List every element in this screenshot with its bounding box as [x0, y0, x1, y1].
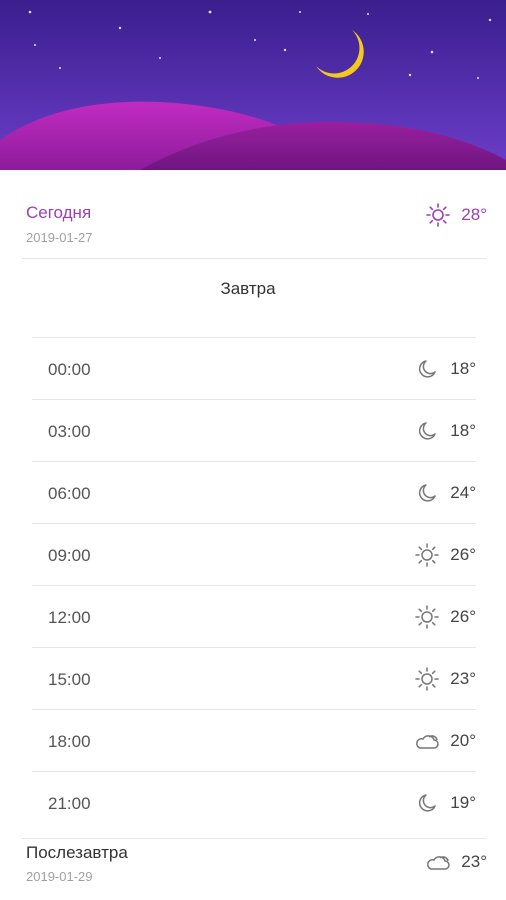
today-label: Сегодня	[26, 203, 92, 222]
hour-row[interactable]: 03:00 18°	[32, 399, 476, 461]
day-after-temp: 23°	[461, 852, 487, 871]
moon-icon	[414, 418, 440, 444]
hour-temp: 26°	[450, 607, 476, 626]
hour-temp: 18°	[450, 359, 476, 378]
hour-time: 12:00	[48, 608, 91, 627]
moon-icon	[414, 480, 440, 506]
hour-time: 09:00	[48, 546, 91, 565]
hour-weather: 18°	[414, 418, 476, 444]
today-weather: 28°	[425, 202, 487, 228]
hour-time: 18:00	[48, 732, 91, 751]
hour-weather: 26°	[414, 542, 476, 568]
hour-row[interactable]: 06:00 24°	[32, 461, 476, 523]
day-after-date: 2019-01-29	[26, 869, 93, 884]
hour-time: 21:00	[48, 794, 91, 813]
hour-temp: 24°	[450, 483, 476, 502]
cloud-icon	[425, 849, 451, 875]
hour-time: 15:00	[48, 670, 91, 689]
hour-weather: 18°	[414, 356, 476, 382]
hour-time: 00:00	[48, 360, 91, 379]
night-sky-illustration	[0, 0, 506, 170]
night-sky-header	[0, 0, 506, 170]
hour-time: 06:00	[48, 484, 91, 503]
sun-icon	[425, 202, 451, 228]
sun-icon	[414, 604, 440, 630]
sun-icon	[414, 666, 440, 692]
today-row[interactable]: Сегодня 2019-01-27 28°	[22, 200, 487, 258]
day-after-label: Послезавтра	[26, 843, 128, 862]
hour-row[interactable]: 00:00 18°	[32, 337, 476, 399]
today-temp: 28°	[461, 205, 487, 224]
hour-temp: 26°	[450, 545, 476, 564]
hour-row[interactable]: 15:00 23°	[32, 647, 476, 709]
hour-row[interactable]: 21:00 19°	[32, 771, 476, 833]
hour-weather: 19°	[414, 790, 476, 816]
day-after-row[interactable]: Послезавтра 2019-01-29 23°	[22, 838, 487, 897]
hour-temp: 23°	[450, 669, 476, 688]
hour-weather: 24°	[414, 480, 476, 506]
moon-icon	[414, 356, 440, 382]
hour-time: 03:00	[48, 422, 91, 441]
hour-weather: 20°	[414, 728, 476, 754]
hour-row[interactable]: 12:00 26°	[32, 585, 476, 647]
divider	[22, 258, 487, 259]
tomorrow-label[interactable]: Завтра	[0, 279, 496, 299]
hour-temp: 18°	[450, 421, 476, 440]
hour-temp: 19°	[450, 793, 476, 812]
hour-weather: 23°	[414, 666, 476, 692]
hour-row[interactable]: 18:00 20°	[32, 709, 476, 771]
hour-row[interactable]: 09:00 26°	[32, 523, 476, 585]
day-after-weather: 23°	[425, 849, 487, 875]
cloud-icon	[414, 728, 440, 754]
sun-icon	[414, 542, 440, 568]
moon-icon	[414, 790, 440, 816]
hour-temp: 20°	[450, 731, 476, 750]
hour-weather: 26°	[414, 604, 476, 630]
today-date: 2019-01-27	[26, 230, 93, 245]
